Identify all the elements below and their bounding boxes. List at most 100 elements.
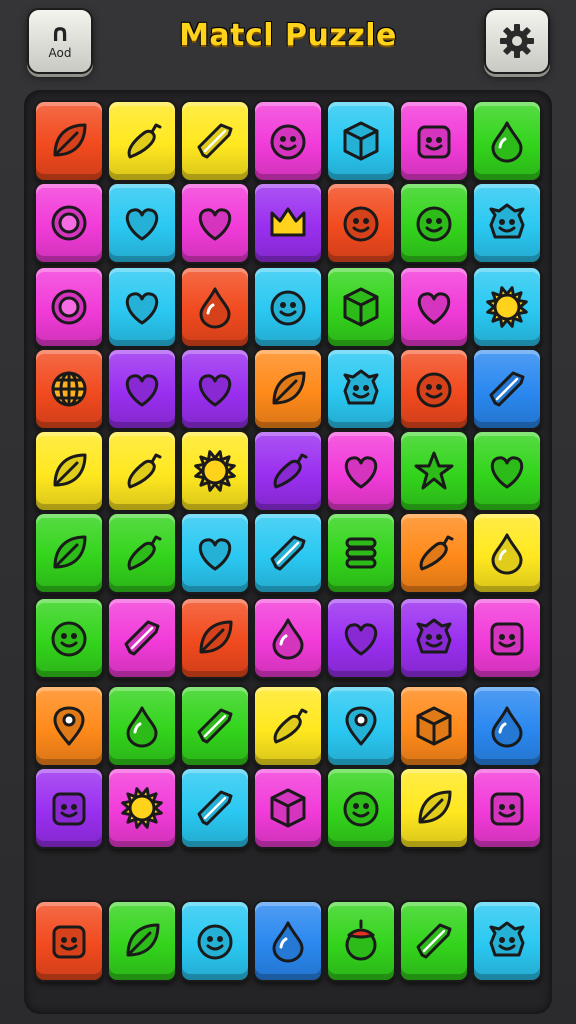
- tile[interactable]: [34, 767, 104, 849]
- tile[interactable]: [180, 182, 250, 264]
- tile[interactable]: [472, 597, 542, 679]
- tile[interactable]: [399, 900, 469, 982]
- tile[interactable]: [34, 100, 104, 182]
- tile[interactable]: [253, 100, 323, 182]
- tile[interactable]: [326, 266, 396, 348]
- tile[interactable]: [34, 430, 104, 512]
- leaf-icon: [53, 123, 87, 157]
- tile[interactable]: [399, 348, 469, 430]
- tile[interactable]: [472, 767, 542, 849]
- tile[interactable]: [326, 430, 396, 512]
- tile[interactable]: [34, 266, 104, 348]
- pin-icon: [53, 706, 85, 746]
- tile[interactable]: [180, 597, 250, 679]
- tile[interactable]: [107, 767, 177, 849]
- heart-icon: [344, 623, 378, 656]
- tile[interactable]: [472, 685, 542, 767]
- tile[interactable]: [107, 597, 177, 679]
- game-screen: ∩ Aod Matcl Puzzle: [0, 0, 576, 1024]
- tile[interactable]: [326, 348, 396, 430]
- tile[interactable]: [399, 430, 469, 512]
- add-button[interactable]: ∩ Aod: [27, 8, 93, 74]
- drop-icon: [491, 533, 523, 575]
- tile[interactable]: [107, 685, 177, 767]
- tile[interactable]: [107, 430, 177, 512]
- tile[interactable]: [399, 266, 469, 348]
- tile[interactable]: [399, 767, 469, 849]
- tile[interactable]: [326, 767, 396, 849]
- tile[interactable]: [253, 182, 323, 264]
- settings-button[interactable]: [484, 8, 550, 74]
- tile[interactable]: [253, 597, 323, 679]
- gem-icon: [197, 123, 233, 159]
- tile[interactable]: [34, 182, 104, 264]
- drop-icon: [126, 706, 158, 748]
- heart-icon: [125, 208, 159, 241]
- heart-icon: [125, 292, 159, 325]
- gem-icon: [124, 620, 160, 656]
- sun-icon: [121, 787, 163, 829]
- tile[interactable]: [180, 348, 250, 430]
- face-icon: [197, 924, 233, 960]
- tile[interactable]: [107, 348, 177, 430]
- tile[interactable]: [326, 512, 396, 594]
- gem-icon: [270, 535, 306, 571]
- crown-icon: [270, 207, 306, 237]
- tile[interactable]: [253, 767, 323, 849]
- tile[interactable]: [34, 685, 104, 767]
- heart-icon: [490, 456, 524, 489]
- monster-icon: [343, 369, 379, 405]
- tile[interactable]: [472, 900, 542, 982]
- tile[interactable]: [472, 266, 542, 348]
- tile[interactable]: [472, 348, 542, 430]
- tile[interactable]: [253, 430, 323, 512]
- tile[interactable]: [399, 100, 469, 182]
- tile[interactable]: [326, 100, 396, 182]
- tile[interactable]: [180, 767, 250, 849]
- tile[interactable]: [34, 512, 104, 594]
- tile[interactable]: [472, 512, 542, 594]
- tile[interactable]: [107, 900, 177, 982]
- tile[interactable]: [253, 900, 323, 982]
- tile[interactable]: [180, 685, 250, 767]
- tile[interactable]: [107, 266, 177, 348]
- face-icon: [343, 791, 379, 827]
- tile[interactable]: [326, 597, 396, 679]
- block-face-icon: [52, 792, 86, 826]
- chili-icon: [127, 123, 162, 159]
- face-icon: [416, 206, 452, 242]
- tile[interactable]: [399, 685, 469, 767]
- tile[interactable]: [326, 182, 396, 264]
- tile[interactable]: [253, 512, 323, 594]
- tile[interactable]: [180, 430, 250, 512]
- tile[interactable]: [472, 182, 542, 264]
- block-face-icon: [490, 622, 524, 656]
- tile[interactable]: [399, 182, 469, 264]
- tile[interactable]: [107, 100, 177, 182]
- cube-icon: [343, 287, 379, 327]
- tile[interactable]: [326, 685, 396, 767]
- star-icon: [414, 451, 454, 490]
- tile[interactable]: [107, 512, 177, 594]
- tile[interactable]: [472, 430, 542, 512]
- tile[interactable]: [399, 597, 469, 679]
- tile[interactable]: [34, 900, 104, 982]
- tile[interactable]: [107, 182, 177, 264]
- tile[interactable]: [472, 100, 542, 182]
- tile[interactable]: [34, 597, 104, 679]
- tile[interactable]: [253, 348, 323, 430]
- tile[interactable]: [326, 900, 396, 982]
- tile[interactable]: [180, 100, 250, 182]
- tile[interactable]: [34, 348, 104, 430]
- tile[interactable]: [253, 266, 323, 348]
- drop-icon: [491, 706, 523, 748]
- gem-icon: [416, 923, 452, 959]
- gem-icon: [197, 708, 233, 744]
- tile[interactable]: [180, 900, 250, 982]
- tile[interactable]: [180, 266, 250, 348]
- tile[interactable]: [399, 512, 469, 594]
- tile[interactable]: [253, 685, 323, 767]
- drop-icon: [272, 921, 304, 963]
- apple-icon: [345, 919, 377, 961]
- tile[interactable]: [180, 512, 250, 594]
